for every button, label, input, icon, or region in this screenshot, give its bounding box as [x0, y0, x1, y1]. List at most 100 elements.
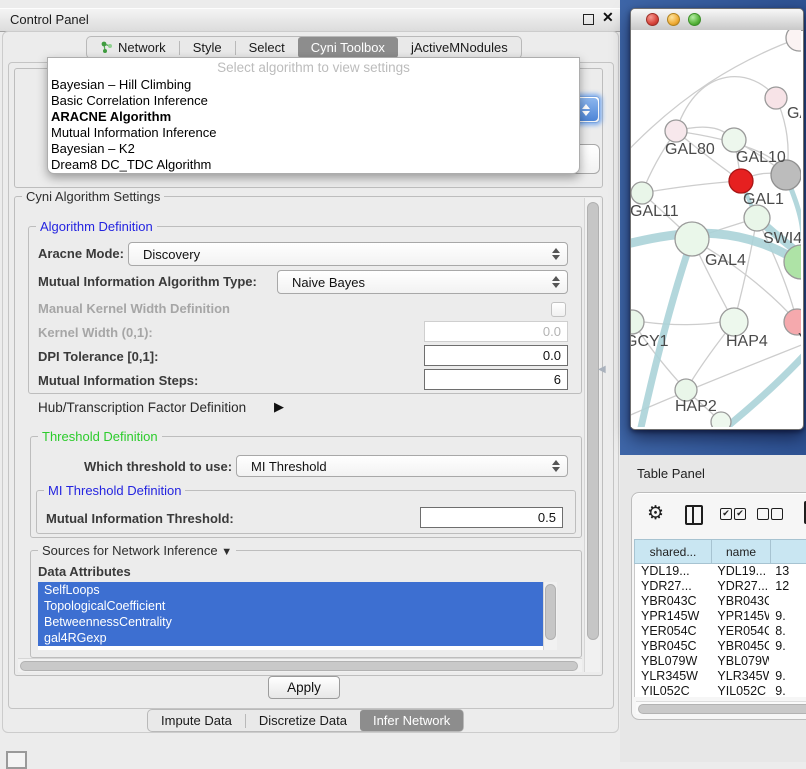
tab-jactivemnodules[interactable]: jActiveMNodules	[398, 37, 521, 58]
table-row[interactable]: YDL19...YDL19...13	[635, 564, 806, 579]
dropdown-items: Bayesian – Hill ClimbingBasic Correlatio…	[51, 77, 576, 173]
network-node-label: GAL10	[736, 149, 786, 166]
table-cell: YBR045C	[711, 639, 769, 654]
mi-threshold-field[interactable]: 0.5	[420, 507, 563, 528]
table-panel-title: Table Panel	[637, 466, 705, 481]
network-node[interactable]	[744, 205, 770, 231]
network-graph: GALGAL80GAL10GAL1GAL11SWI4GAL4GCY1HAP4YH…	[631, 30, 801, 427]
table-row[interactable]: YLR345WYLR345W9.	[635, 669, 806, 684]
mi-type-label: Mutual Information Algorithm Type:	[38, 274, 257, 289]
column-header[interactable]: name	[712, 539, 771, 564]
scrollbar-thumb[interactable]	[587, 202, 599, 640]
network-view-window[interactable]: GALGAL80GAL10GAL1GAL11SWI4GAL4GCY1HAP4YH…	[630, 8, 804, 430]
network-node[interactable]	[631, 310, 644, 334]
table-row[interactable]: YIL052CYIL052C9.	[635, 684, 806, 697]
table-cell: YLR345W	[635, 669, 711, 684]
unchecked-checkbox-icon[interactable]	[771, 508, 783, 520]
attribute-list-item[interactable]: BetweennessCentrality	[38, 614, 543, 630]
combo-spinner-icon	[552, 460, 560, 472]
attribute-list-item[interactable]: TopologicalCoefficient	[38, 598, 543, 614]
hub-definition-label[interactable]: Hub/Transcription Factor Definition	[38, 400, 246, 415]
dpi-tolerance-field[interactable]: 0.0	[424, 345, 568, 366]
network-canvas[interactable]: GALGAL80GAL10GAL1GAL11SWI4GAL4GCY1HAP4YH…	[631, 30, 801, 427]
which-threshold-combo[interactable]: MI Threshold	[236, 455, 568, 477]
network-node[interactable]	[675, 222, 709, 256]
tab-label: Style	[193, 40, 222, 55]
column-header[interactable]: shared...	[634, 539, 712, 564]
attribute-list-item[interactable]: SelfLoops	[38, 582, 543, 598]
table-row[interactable]: YER054CYER054C8.	[635, 624, 806, 639]
table-row[interactable]: YDR27...YDR27...12	[635, 579, 806, 594]
close-icon[interactable]: ✕	[602, 9, 614, 26]
scrollbar-thumb[interactable]	[20, 661, 578, 671]
docked-panel-icon[interactable]	[6, 751, 27, 769]
network-window-titlebar[interactable]	[631, 9, 803, 31]
network-node-label: GAL1	[743, 191, 784, 208]
network-node[interactable]	[765, 87, 787, 109]
table-horizontal-scrollbar[interactable]	[636, 701, 806, 714]
network-node[interactable]	[786, 30, 801, 51]
network-node[interactable]	[720, 308, 748, 336]
unchecked-checkbox-icon[interactable]	[757, 508, 769, 520]
tab-network[interactable]: Network	[87, 37, 179, 58]
settings-horizontal-scrollbar[interactable]	[18, 658, 582, 672]
table-cell: YIL052C	[635, 684, 711, 697]
attribute-list-item[interactable]: gal4RGexp	[38, 630, 543, 646]
tab-infer-network[interactable]: Infer Network	[360, 710, 463, 731]
checked-checkbox-icon[interactable]: ✔	[734, 508, 746, 520]
algorithm-option[interactable]: Mutual Information Inference	[51, 125, 576, 141]
combo-spinner-icon	[552, 276, 560, 288]
aracne-mode-combo[interactable]: Discovery	[128, 242, 568, 266]
splitter-collapse-icon[interactable]: ◀	[598, 364, 606, 375]
network-node[interactable]	[665, 120, 687, 142]
tab-select[interactable]: Select	[236, 37, 298, 58]
scrollbar-thumb[interactable]	[638, 704, 806, 714]
network-node-label: SWI4	[763, 230, 801, 247]
network-node[interactable]	[729, 169, 753, 193]
table-rows[interactable]: YDL19...YDL19...13YDR27...YDR27...12YBR0…	[634, 564, 806, 697]
algorithm-option[interactable]: ARACNE Algorithm	[51, 109, 576, 125]
minimize-traffic-light-icon[interactable]	[667, 13, 680, 26]
tab-cyni-toolbox[interactable]: Cyni Toolbox	[298, 37, 398, 58]
algorithm-option[interactable]: Bayesian – K2	[51, 141, 576, 157]
kernel-width-field[interactable]: 0.0	[424, 321, 568, 342]
mi-steps-field[interactable]: 6	[424, 369, 568, 390]
table-cell: 9.	[769, 684, 806, 697]
control-panel-titlebar: Control Panel ✕	[0, 8, 620, 32]
table-row[interactable]: YBR045CYBR045C9.	[635, 639, 806, 654]
manual-kernel-checkbox[interactable]	[551, 302, 566, 317]
column-header[interactable]	[771, 539, 806, 564]
mi-type-combo[interactable]: Naive Bayes	[277, 270, 568, 294]
data-attributes-list[interactable]: SelfLoopsTopologicalCoefficientBetweenne…	[38, 582, 543, 650]
attributes-vertical-scrollbar[interactable]	[543, 582, 557, 650]
table-row[interactable]: YPR145WYPR145W9.	[635, 609, 806, 624]
tab-impute-data[interactable]: Impute Data	[148, 710, 245, 731]
settings-vertical-scrollbar[interactable]	[584, 198, 600, 672]
algorithm-option[interactable]: Dream8 DC_TDC Algorithm	[51, 157, 576, 173]
tab-discretize-data[interactable]: Discretize Data	[246, 710, 360, 731]
zoom-traffic-light-icon[interactable]	[688, 13, 701, 26]
network-node-label: HAP2	[675, 398, 717, 415]
dropdown-prompt: Select algorithm to view settings	[48, 60, 579, 75]
apply-button[interactable]: Apply	[268, 676, 340, 699]
tab-label: Select	[249, 40, 285, 55]
close-traffic-light-icon[interactable]	[646, 13, 659, 26]
tab-style[interactable]: Style	[180, 37, 235, 58]
float-panel-icon[interactable]	[583, 14, 594, 25]
columns-icon[interactable]	[685, 505, 703, 525]
network-node-label: GAL80	[665, 141, 715, 158]
table-row[interactable]: YBL079WYBL079W	[635, 654, 806, 669]
table-row[interactable]: YBR043CYBR043C	[635, 594, 806, 609]
table-cell: YDL19...	[635, 564, 711, 579]
checked-checkbox-icon[interactable]: ✔	[720, 508, 732, 520]
table-cell: YER054C	[711, 624, 769, 639]
table-cell: YBR045C	[635, 639, 711, 654]
mi-steps-label: Mutual Information Steps:	[38, 373, 198, 388]
scrollbar-thumb[interactable]	[545, 584, 556, 640]
algorithm-option[interactable]: Bayesian – Hill Climbing	[51, 77, 576, 93]
gear-icon[interactable]: ⚙	[647, 502, 664, 524]
algorithm-option[interactable]: Basic Correlation Inference	[51, 93, 576, 109]
collapse-right-icon[interactable]: ▶	[274, 399, 284, 415]
network-node[interactable]	[631, 182, 653, 204]
sources-title[interactable]: Sources for Network Inference ▼	[38, 543, 236, 558]
